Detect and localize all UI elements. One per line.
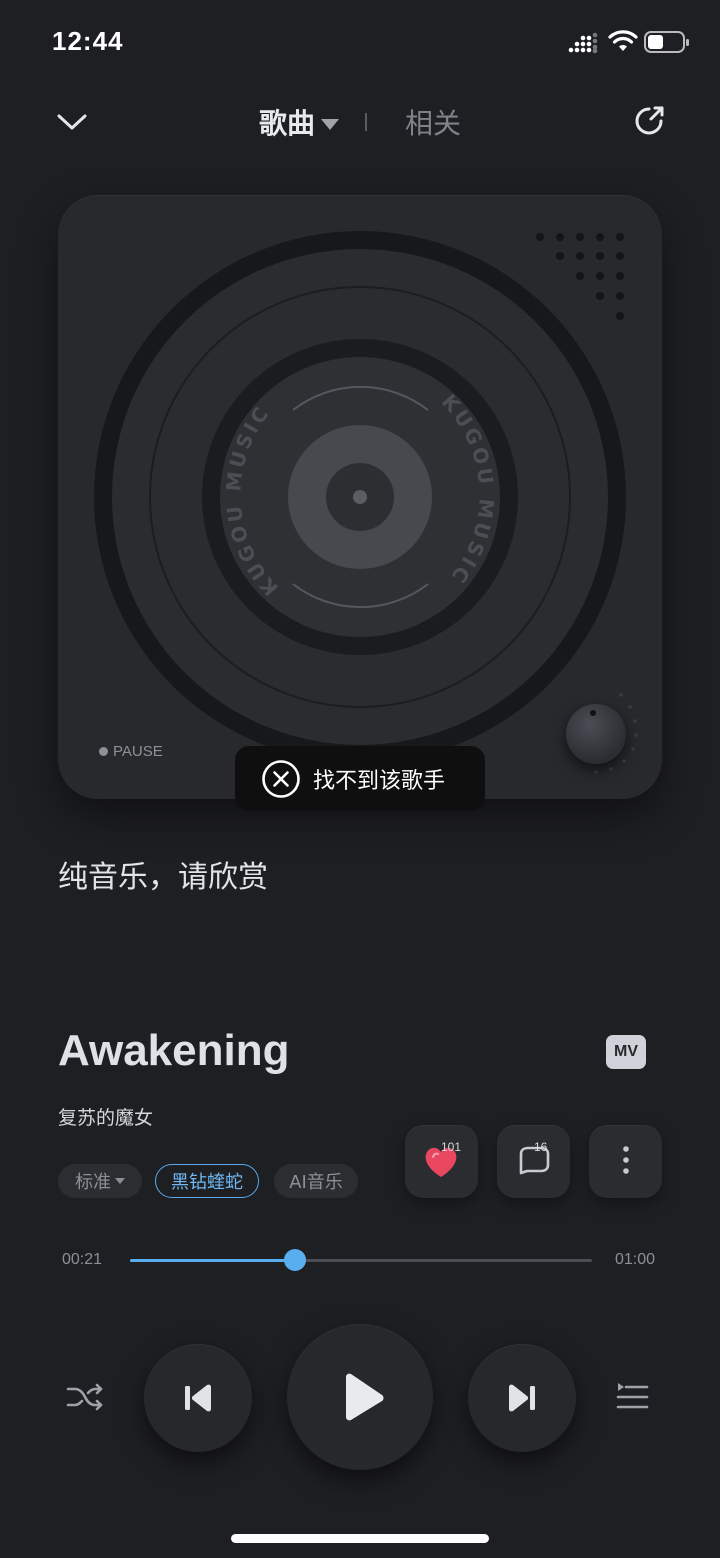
home-indicator[interactable] — [231, 1534, 489, 1543]
mv-button[interactable]: MV — [606, 1035, 646, 1069]
volume-knob[interactable] — [566, 704, 626, 764]
pause-label: PAUSE — [113, 743, 163, 760]
battery-icon — [644, 31, 689, 53]
progress-fill — [130, 1259, 295, 1262]
speaker-grille — [536, 233, 624, 320]
like-button[interactable]: 101 — [405, 1125, 478, 1198]
tab-divider — [365, 113, 367, 131]
playlist-queue-icon[interactable] — [614, 1380, 650, 1414]
comment-bubble-icon — [519, 1146, 550, 1175]
quality-selector[interactable]: 标准 — [58, 1164, 142, 1198]
play-icon — [346, 1373, 384, 1421]
shuffle-icon[interactable] — [66, 1380, 104, 1414]
pause-indicator-dot — [99, 747, 108, 756]
like-count: 101 — [441, 1140, 462, 1154]
more-options-button[interactable] — [589, 1125, 662, 1198]
progress-thumb[interactable] — [284, 1249, 306, 1271]
ai-music-chip[interactable]: AI音乐 — [274, 1164, 358, 1198]
comment-count: 16 — [534, 1140, 548, 1154]
cellular-signal-icon — [568, 32, 598, 54]
share-icon[interactable] — [630, 102, 668, 140]
knob-indicator — [590, 710, 596, 716]
next-track-button[interactable] — [468, 1344, 576, 1452]
artist-name[interactable]: 复苏的魔女 — [58, 1103, 153, 1130]
status-time: 12:44 — [52, 26, 124, 56]
skip-next-icon — [509, 1384, 535, 1412]
vinyl-disc[interactable]: KUGOU MUSIC KUGOU MUSIC — [58, 195, 662, 799]
sound-effect-chip[interactable]: 黑钻蝰蛇 — [155, 1164, 259, 1198]
toast: 找不到该歌手 — [235, 746, 485, 811]
close-circle-icon — [262, 759, 300, 798]
tab-song-caret-icon[interactable] — [321, 118, 339, 130]
tab-related[interactable]: 相关 — [405, 102, 461, 142]
heart-icon — [425, 1147, 457, 1177]
comment-button[interactable]: 16 — [497, 1125, 570, 1198]
current-time: 00:21 — [62, 1251, 103, 1268]
wifi-icon — [608, 30, 638, 51]
play-button[interactable] — [287, 1324, 433, 1470]
previous-track-button[interactable] — [144, 1344, 252, 1452]
quality-label: 标准 — [75, 1172, 111, 1193]
total-time: 01:00 — [615, 1251, 656, 1268]
toast-message: 找不到该歌手 — [313, 768, 446, 794]
more-vertical-icon — [623, 1146, 629, 1174]
skip-previous-icon — [185, 1384, 211, 1412]
header-tabs: 歌曲 相关 — [0, 100, 720, 144]
song-title: Awakening — [58, 1026, 290, 1075]
tab-song[interactable]: 歌曲 — [259, 102, 315, 142]
quality-caret-icon — [115, 1178, 125, 1184]
lyric-line[interactable]: 纯音乐，请欣赏 — [58, 852, 268, 896]
